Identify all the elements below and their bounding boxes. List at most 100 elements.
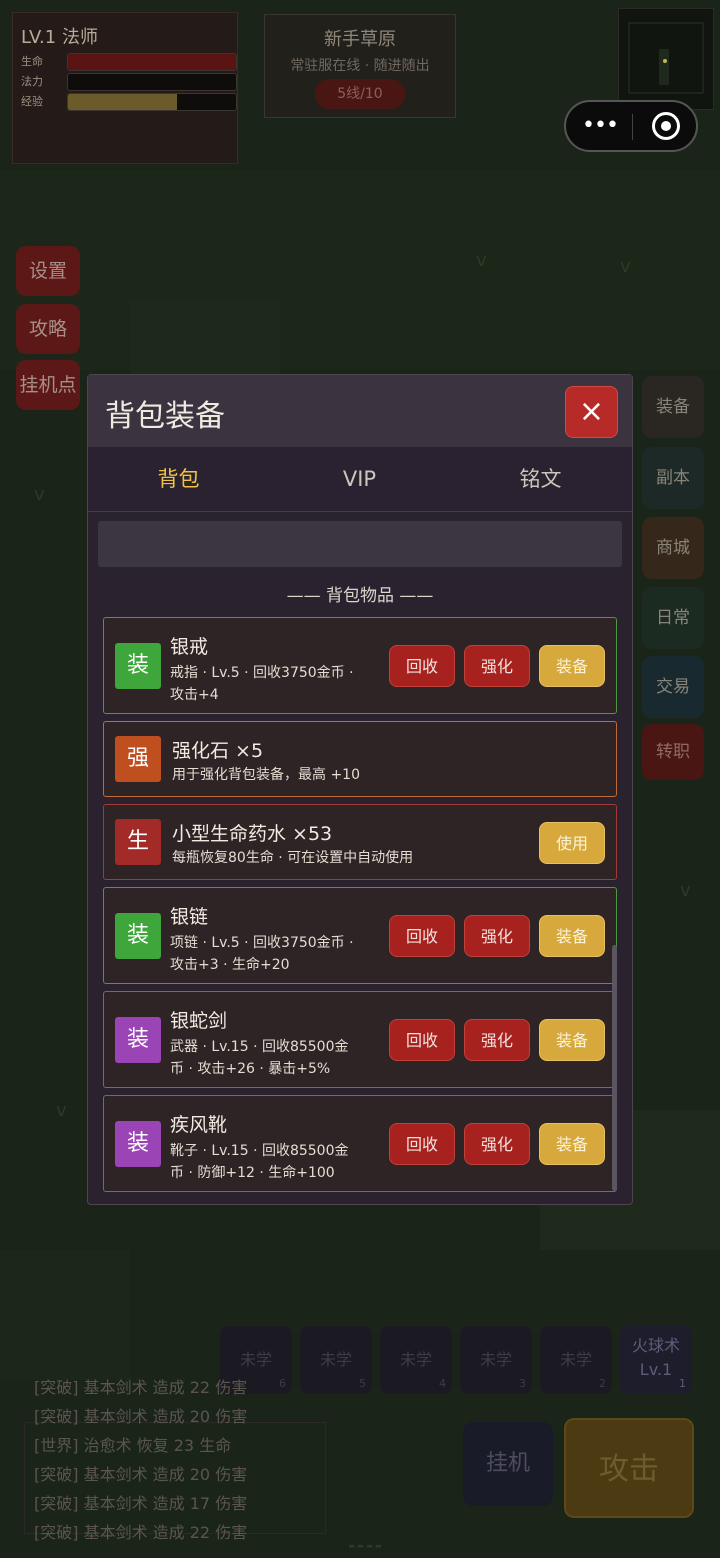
grass-icon: v: [476, 250, 487, 271]
combat-log-line: [突破] 基本剑术 造成 20 伤害: [34, 1407, 248, 1426]
dungeon-button[interactable]: 副本: [642, 447, 704, 509]
recycle-button[interactable]: 回收: [389, 1019, 455, 1061]
tab-inscription[interactable]: 铭文: [450, 447, 631, 511]
player-status-panel: LV.1 法师 生命 法力 经验: [12, 12, 238, 164]
exp-bar: [67, 93, 237, 111]
item-type-badge: 强: [115, 736, 161, 782]
item-desc-2: 币 · 防御+12 · 生命+100: [170, 1165, 335, 1181]
enhance-button[interactable]: 强化: [464, 915, 530, 957]
job-change-button[interactable]: 转职: [642, 724, 704, 780]
auto-battle-button[interactable]: 挂机: [463, 1422, 553, 1506]
skill-hotkey: 2: [599, 1377, 606, 1390]
item-name: 银戒: [170, 636, 209, 658]
modal-title: 背包装备: [105, 399, 225, 434]
skill-slot-4[interactable]: 未学 4: [380, 1326, 452, 1394]
inventory-item: 装 疾风靴 靴子 · Lv.15 · 回收85500金 币 · 防御+12 · …: [103, 1095, 617, 1192]
skill-name: 未学: [239, 1350, 272, 1369]
mp-bar: [67, 73, 237, 91]
recycle-button[interactable]: 回收: [389, 915, 455, 957]
skill-hotkey: 5: [359, 1377, 366, 1390]
settings-button[interactable]: 设置: [16, 246, 80, 296]
combat-log-line: [突破] 基本剑术 造成 22 伤害: [34, 1523, 248, 1542]
recycle-button[interactable]: 回收: [389, 645, 455, 687]
hp-bar: [67, 53, 237, 71]
skill-name: 未学: [479, 1350, 512, 1369]
hp-row: 生命: [21, 53, 237, 71]
equip-button[interactable]: 装备: [539, 1019, 605, 1061]
modal-tabs: 背包 VIP 铭文: [88, 447, 632, 512]
item-type-badge: 装: [115, 1121, 161, 1167]
item-type-badge: 生: [115, 819, 161, 865]
hp-label: 生命: [21, 55, 43, 68]
item-desc: 戒指 · Lv.5 · 回收3750金币 ·: [170, 665, 354, 681]
miniprogram-capsule: •••: [564, 100, 698, 152]
item-desc: 每瓶恢复80生命 · 可在设置中自动使用: [172, 850, 414, 866]
inventory-item: 强 强化石 ×5 用于强化背包装备，最高 +10: [103, 721, 617, 797]
skill-slot-1[interactable]: 火球术 Lv.1 1: [620, 1326, 692, 1394]
skill-hotkey: 3: [519, 1377, 526, 1390]
map-tile: [130, 300, 280, 380]
recycle-button[interactable]: 回收: [389, 1123, 455, 1165]
item-type-badge: 装: [115, 913, 161, 959]
zone-line-button[interactable]: 5线/10: [315, 79, 405, 109]
zone-panel: 新手草原 常驻服在线 · 随进随出 5线/10: [264, 14, 456, 118]
exp-bar-fill: [68, 94, 178, 110]
hangup-spot-button[interactable]: 挂机点: [16, 360, 80, 410]
enhance-button[interactable]: 强化: [464, 1019, 530, 1061]
item-name: 银链: [170, 906, 209, 928]
skill-name: 未学: [399, 1350, 432, 1369]
skill-slot-3[interactable]: 未学 3: [460, 1326, 532, 1394]
daily-button[interactable]: 日常: [642, 587, 704, 649]
use-button[interactable]: 使用: [539, 822, 605, 864]
equip-button[interactable]: 装备: [539, 645, 605, 687]
item-desc: 项链 · Lv.5 · 回收3750金币 ·: [170, 935, 354, 951]
equip-button[interactable]: 装备: [539, 1123, 605, 1165]
equip-button[interactable]: 装备: [539, 915, 605, 957]
close-icon: ×: [578, 394, 605, 429]
map-tile: [0, 170, 720, 370]
tab-vip[interactable]: VIP: [269, 447, 450, 511]
item-desc: 靴子 · Lv.15 · 回收85500金: [170, 1143, 349, 1159]
skill-name: 火球术 Lv.1: [631, 1336, 680, 1379]
grass-icon: v: [34, 484, 45, 505]
attack-button[interactable]: 攻击: [564, 1418, 694, 1518]
close-button[interactable]: ×: [565, 386, 618, 438]
skill-hotkey: 6: [279, 1377, 286, 1390]
shop-button[interactable]: 商城: [642, 517, 704, 579]
exp-label: 经验: [21, 95, 43, 108]
minimap-icon: [628, 22, 704, 94]
skill-slot-5[interactable]: 未学 5: [300, 1326, 372, 1394]
combat-log-line: [突破] 基本剑术 造成 17 伤害: [34, 1494, 248, 1513]
player-level-class: LV.1 法师: [21, 27, 98, 48]
mp-row: 法力: [21, 73, 237, 91]
skill-hotkey: 4: [439, 1377, 446, 1390]
inventory-scrollbar[interactable]: [612, 945, 617, 1191]
grass-icon: v: [56, 1100, 67, 1121]
modal-header: 背包装备 ×: [88, 375, 632, 447]
skill-slot-2[interactable]: 未学 2: [540, 1326, 612, 1394]
item-desc-2: 币 · 攻击+26 · 暴击+5%: [170, 1061, 331, 1077]
filter-input[interactable]: [98, 521, 622, 567]
item-desc-2: 攻击+3 · 生命+20: [170, 957, 290, 973]
item-type-badge: 装: [115, 1017, 161, 1063]
enhance-button[interactable]: 强化: [464, 1123, 530, 1165]
trade-button[interactable]: 交易: [642, 656, 704, 718]
item-name: 银蛇剑: [170, 1010, 228, 1032]
item-name: 强化石 ×5: [172, 740, 264, 762]
item-name: 小型生命药水 ×53: [172, 823, 333, 845]
exp-row: 经验: [21, 93, 237, 111]
equipment-button[interactable]: 装备: [642, 376, 704, 438]
item-type-badge: 装: [115, 643, 161, 689]
minimap[interactable]: [618, 8, 714, 110]
more-icon[interactable]: •••: [582, 114, 619, 138]
section-title: —— 背包物品 ——: [286, 586, 434, 606]
zone-name: 新手草原: [324, 29, 396, 50]
guide-button[interactable]: 攻略: [16, 304, 80, 354]
tab-backpack[interactable]: 背包: [88, 447, 269, 511]
grass-icon: v: [680, 880, 691, 901]
close-miniprogram-icon[interactable]: [652, 112, 680, 140]
enhance-button[interactable]: 强化: [464, 645, 530, 687]
item-desc: 用于强化背包装备，最高 +10: [172, 767, 360, 783]
inventory-item: 装 银链 项链 · Lv.5 · 回收3750金币 · 攻击+3 · 生命+20…: [103, 887, 617, 984]
item-desc: 武器 · Lv.15 · 回收85500金: [170, 1039, 349, 1055]
